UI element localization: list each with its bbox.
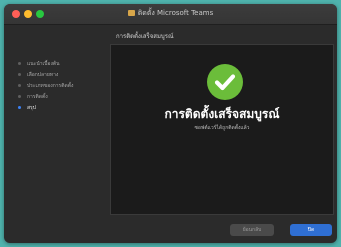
- step-introduction: แนะนำเบื้องต้น: [18, 58, 73, 69]
- step-installation: การติดตั้ง: [18, 91, 73, 102]
- step-label: ประเภทของการติดตั้ง: [27, 82, 74, 89]
- package-icon: [127, 10, 135, 16]
- step-label: แนะนำเบื้องต้น: [27, 60, 60, 67]
- title-bar[interactable]: ติดตั้ง Microsoft Teams: [4, 4, 337, 25]
- window-title: ติดตั้ง Microsoft Teams: [4, 8, 337, 19]
- content-panel: การติดตั้งเสร็จสมบูรณ์ ซอฟต์แวร์ได้ถูกติ…: [110, 44, 334, 215]
- step-dot-icon: [18, 106, 21, 109]
- step-dot-icon: [18, 84, 21, 87]
- success-check-icon: [207, 64, 243, 100]
- status-title: การติดตั้งเสร็จสมบูรณ์: [164, 107, 280, 121]
- close-button[interactable]: ปิด: [290, 224, 332, 236]
- step-label: สรุป: [27, 104, 36, 111]
- step-summary: สรุป: [18, 102, 73, 113]
- window-title-text: ติดตั้ง Microsoft Teams: [137, 9, 214, 17]
- steps-list: แนะนำเบื้องต้น เลือกปลายทาง ประเภทของการ…: [18, 58, 73, 113]
- page-heading: การติดตั้งเสร็จสมบูรณ์: [116, 33, 174, 40]
- step-dot-icon: [18, 95, 21, 98]
- step-label: เลือกปลายทาง: [27, 71, 59, 78]
- step-destination: เลือกปลายทาง: [18, 69, 73, 80]
- installer-window: ติดตั้ง Microsoft Teams แนะนำเบื้องต้น เ…: [4, 4, 337, 243]
- step-dot-icon: [18, 62, 21, 65]
- status-subtitle: ซอฟต์แวร์ได้ถูกติดตั้งแล้ว: [194, 125, 250, 131]
- steps-sidebar: แนะนำเบื้องต้น เลือกปลายทาง ประเภทของการ…: [4, 25, 110, 243]
- step-dot-icon: [18, 73, 21, 76]
- step-label: การติดตั้ง: [27, 93, 48, 100]
- back-button[interactable]: ย้อนกลับ: [230, 224, 274, 236]
- step-installation-type: ประเภทของการติดตั้ง: [18, 80, 73, 91]
